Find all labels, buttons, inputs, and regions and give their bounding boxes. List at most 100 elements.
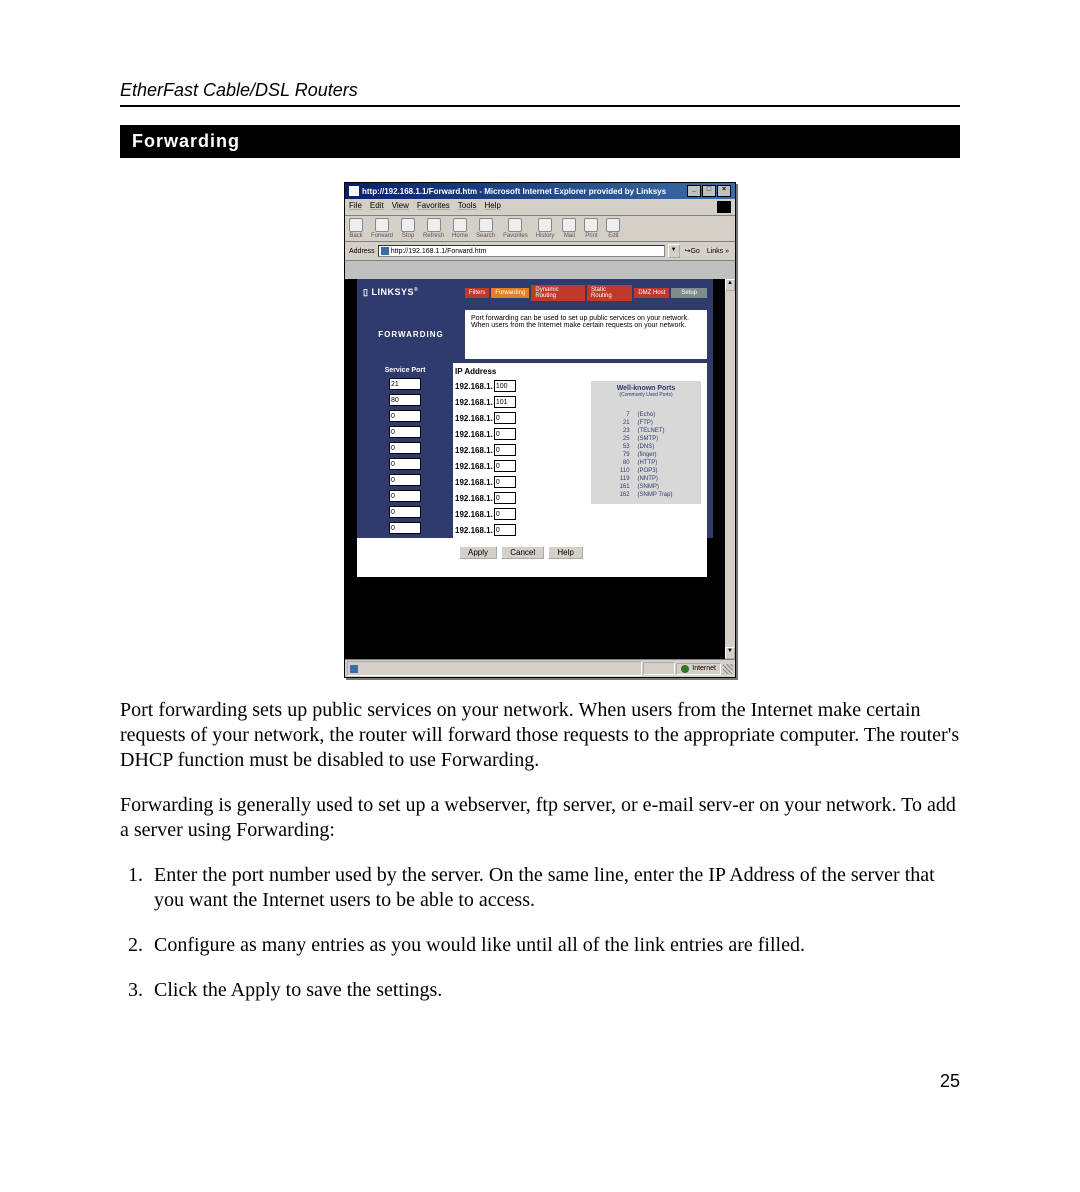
menu-edit[interactable]: Edit [370,201,384,213]
home-icon [453,218,467,232]
well-known-row: 7(Echo) [617,412,676,418]
menu-view[interactable]: View [392,201,409,213]
well-known-row: 53(DNS) [617,444,676,450]
menu-favorites[interactable]: Favorites [417,201,450,213]
paragraph-2: Forwarding is generally used to set up a… [120,793,960,843]
page-number: 25 [940,1071,960,1092]
ip-last-octet-input-5[interactable] [494,460,516,472]
home-button[interactable]: Home [452,218,468,239]
ip-last-octet-input-3[interactable] [494,428,516,440]
well-known-table: 7(Echo) 21(FTP) 23(TELNET) 25(SMTP) 53(DNS) 7… [615,410,678,500]
edit-button[interactable]: Edit [606,218,620,239]
well-known-row: 21(FTP) [617,420,676,426]
tab-static-routing[interactable]: Static Routing [587,285,632,301]
ip-address-header: IP Address [453,363,707,378]
service-port-header: Service Port [357,363,453,376]
scroll-down-button[interactable]: ▼ [725,647,735,659]
status-zone: Internet [676,663,721,675]
search-button[interactable]: Search [476,218,495,239]
ie-throbber-icon [717,201,731,213]
ip-last-octet-input-4[interactable] [494,444,516,456]
ip-last-octet-input-8[interactable] [494,508,516,520]
service-port-input-7[interactable] [389,490,421,502]
well-known-row: 23(TELNET) [617,428,676,434]
browser-viewport: ▲ ▼ ▯ LINKSYS® Filters Forwarding [345,279,735,659]
well-known-ports-box: Well-known Ports (Commonly Used Ports) 7… [591,381,701,504]
menu-help[interactable]: Help [484,201,500,213]
tab-dmz-host[interactable]: DMZ Host [634,288,669,298]
links-button[interactable]: Links » [705,248,731,255]
section-title: Forwarding [120,125,960,158]
service-port-input-2[interactable] [389,410,421,422]
tab-row: Filters Forwarding Dynamic Routing Stati… [465,285,713,301]
ip-last-octet-input-7[interactable] [494,492,516,504]
apply-button[interactable]: Apply [459,546,497,559]
service-port-column: Service Port [357,363,453,538]
resize-grip[interactable] [723,664,733,674]
ip-prefix: 192.168.1. [455,398,493,407]
status-bar: Internet [345,659,735,677]
address-dropdown[interactable]: ▼ [668,244,680,258]
history-icon [538,218,552,232]
cancel-button[interactable]: Cancel [501,546,544,559]
maximize-button[interactable]: □ [702,185,716,197]
well-known-row: 79(finger) [617,452,676,458]
refresh-button[interactable]: Refresh [423,218,444,239]
service-port-input-6[interactable] [389,474,421,486]
service-port-input-1[interactable] [389,394,421,406]
well-known-row: 162(SNMP Trap) [617,492,676,498]
refresh-icon [427,218,441,232]
steps-list: Enter the port number used by the server… [120,863,960,1003]
mail-button[interactable]: Mail [562,218,576,239]
service-port-input-8[interactable] [389,506,421,518]
minimize-button[interactable]: _ [687,185,701,197]
internet-zone-icon [681,665,689,673]
tab-forwarding[interactable]: Forwarding [491,288,529,298]
address-input[interactable]: http://192.168.1.1/Forward.htm [378,245,665,257]
search-icon [479,218,493,232]
brand-logo: ▯ LINKSYS® [357,279,465,306]
forward-icon [375,218,389,232]
ip-prefix: 192.168.1. [455,430,493,439]
ip-prefix: 192.168.1. [455,462,493,471]
service-port-input-3[interactable] [389,426,421,438]
go-button[interactable]: ↪Go [683,247,702,255]
scroll-up-button[interactable]: ▲ [725,279,735,291]
tab-dynamic-routing[interactable]: Dynamic Routing [531,285,585,301]
forward-button[interactable]: Forward [371,218,393,239]
service-port-input-0[interactable] [389,378,421,390]
window-titlebar: http://192.168.1.1/Forward.htm - Microso… [345,183,735,199]
window-title: http://192.168.1.1/Forward.htm - Microso… [362,187,666,196]
ip-last-octet-input-0[interactable] [494,380,516,392]
back-icon [349,218,363,232]
service-port-input-9[interactable] [389,522,421,534]
ip-last-octet-input-9[interactable] [494,524,516,536]
back-button[interactable]: Back [349,218,363,239]
vertical-scrollbar[interactable]: ▲ ▼ [724,279,735,659]
well-known-row: 25(SMTP) [617,436,676,442]
menu-tools[interactable]: Tools [458,201,477,213]
tab-setup[interactable]: Setup [671,288,707,298]
well-known-row: 161(SNMP) [617,484,676,490]
service-port-input-5[interactable] [389,458,421,470]
step-2: Configure as many entries as you would l… [148,933,960,958]
history-button[interactable]: History [536,218,555,239]
step-3: Click the Apply to save the settings. [148,978,960,1003]
favorites-button[interactable]: Favorites [503,218,528,239]
stop-button[interactable]: Stop [401,218,415,239]
screenshot-figure: http://192.168.1.1/Forward.htm - Microso… [120,182,960,678]
help-button[interactable]: Help [548,546,582,559]
close-button[interactable]: × [717,185,731,197]
edit-icon [606,218,620,232]
ip-last-octet-input-1[interactable] [494,396,516,408]
mail-icon [562,218,576,232]
well-known-row: 119(NNTP) [617,476,676,482]
print-button[interactable]: Print [584,218,598,239]
ip-last-octet-input-2[interactable] [494,412,516,424]
menu-file[interactable]: File [349,201,362,213]
tab-filters[interactable]: Filters [465,288,489,298]
ip-last-octet-input-6[interactable] [494,476,516,488]
well-known-row: 80(HTTP) [617,460,676,466]
button-panel: Apply Cancel Help [357,538,707,577]
service-port-input-4[interactable] [389,442,421,454]
